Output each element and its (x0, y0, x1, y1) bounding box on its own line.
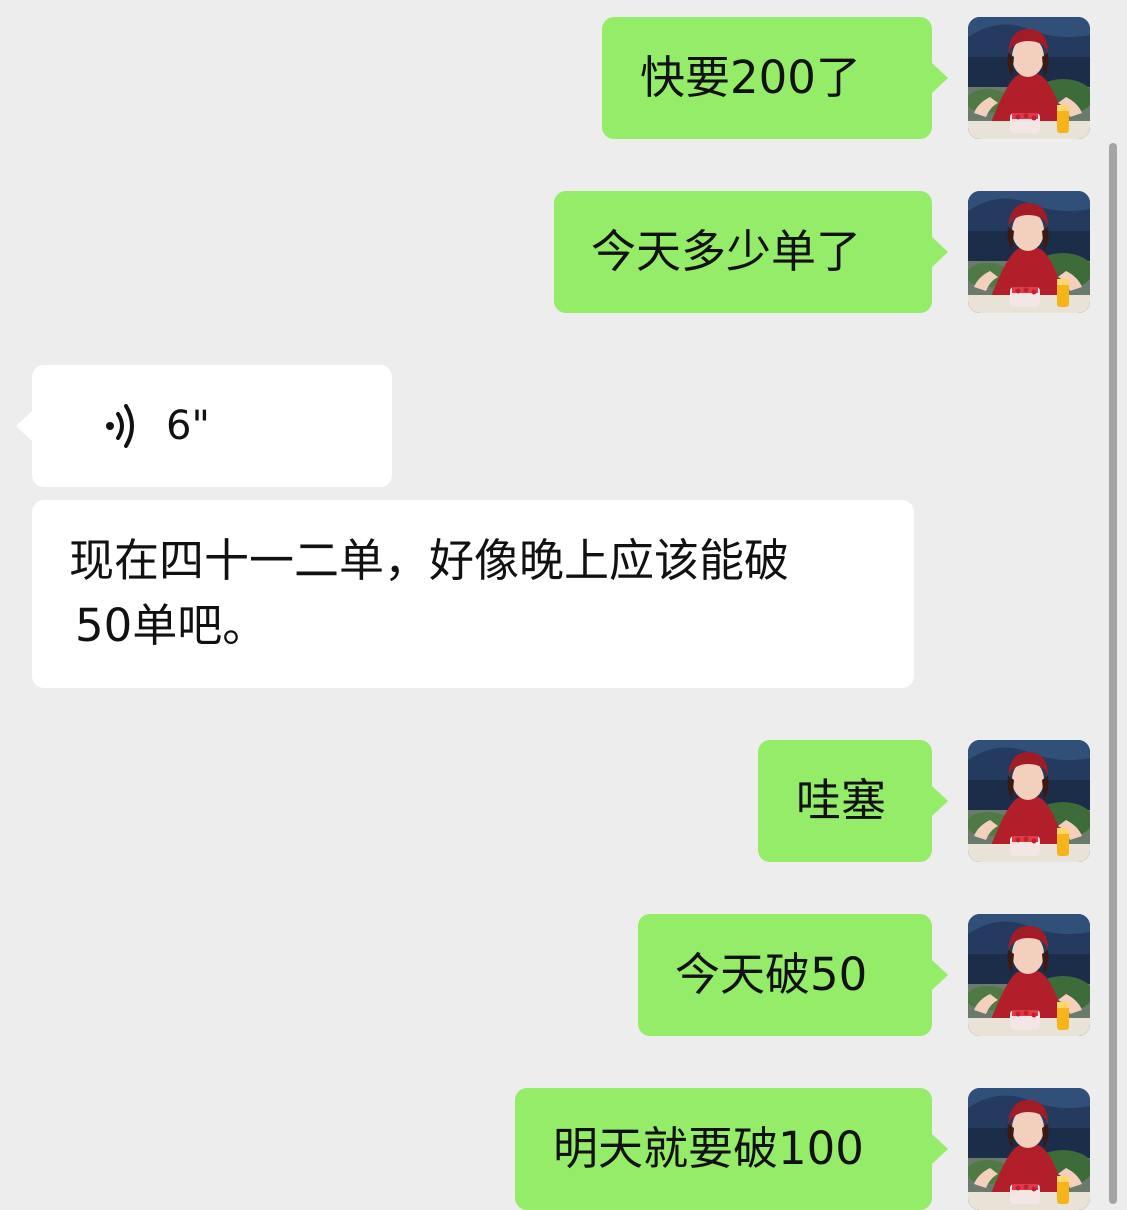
message-text: 明天就要破100 (553, 1122, 864, 1175)
scrollbar[interactable] (1109, 143, 1117, 1204)
message-bubble-sent[interactable]: 快要200了 (602, 17, 948, 139)
voice-message-bubble[interactable]: 6" (16, 365, 392, 487)
bubble-tail (932, 960, 948, 990)
message-row-sent: 今天多少单了 (0, 191, 1127, 313)
bubble-tail (16, 411, 32, 441)
message-row-sent: 明天就要破100 (0, 1088, 1127, 1210)
voice-wave-icon (104, 385, 144, 482)
avatar[interactable] (968, 740, 1090, 862)
bubble-tail (932, 237, 948, 267)
message-row-sent: 哇塞 (0, 740, 1127, 862)
message-bubble-sent[interactable]: 今天多少单了 (554, 191, 948, 313)
message-row-sent: 快要200了 (0, 17, 1127, 139)
avatar[interactable] (968, 1088, 1090, 1210)
bubble-tail (932, 786, 948, 816)
avatar[interactable] (968, 914, 1090, 1036)
message-text-line: 50单吧。 (75, 599, 268, 652)
message-bubble-received[interactable]: 现在四十一二单，好像晚上应该能破 50单吧。 (32, 500, 914, 688)
bubble-tail (932, 63, 948, 93)
message-text: 快要200了 (640, 51, 861, 104)
message-text-line: 现在四十一二单，好像晚上应该能破 (69, 534, 790, 587)
avatar[interactable] (968, 191, 1090, 313)
message-text: 今天多少单了 (591, 225, 862, 278)
message-bubble-sent[interactable]: 今天破50 (638, 914, 948, 1036)
message-row-received: 现在四十一二单，好像晚上应该能破 50单吧。 (0, 500, 1127, 688)
chat-message-list[interactable]: 快要200了 今天多少单了 6" 现在四十一二单，好像晚上应该能破 50单吧。 … (0, 0, 1127, 1210)
bubble-tail (932, 1134, 948, 1164)
message-row-sent: 今天破50 (0, 914, 1127, 1036)
voice-duration: 6" (166, 403, 210, 449)
message-row-received: 6" (0, 365, 1127, 487)
message-bubble-sent[interactable]: 明天就要破100 (515, 1088, 948, 1210)
message-bubble-sent[interactable]: 哇塞 (758, 740, 948, 862)
message-text: 哇塞 (796, 774, 887, 827)
message-text: 今天破50 (675, 948, 868, 1001)
avatar[interactable] (968, 17, 1090, 139)
